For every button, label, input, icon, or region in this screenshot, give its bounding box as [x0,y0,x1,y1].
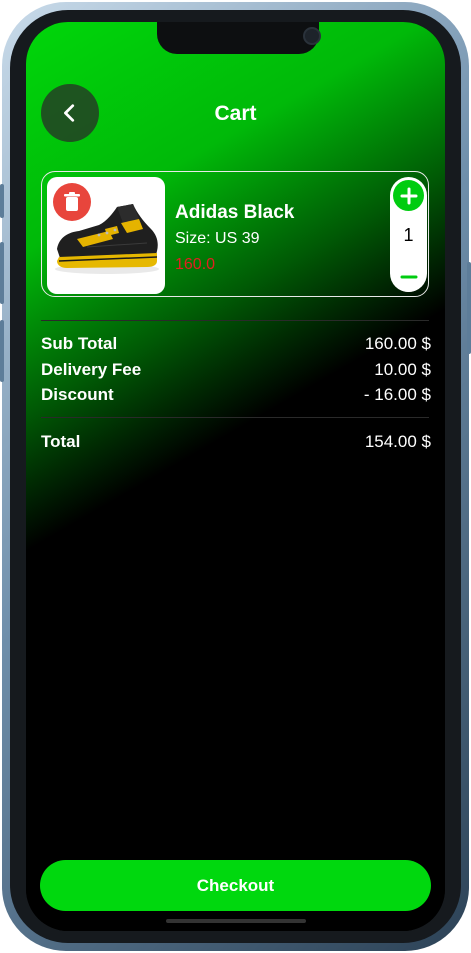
product-image [47,177,165,294]
total-value: 154.00 $ [364,432,431,451]
background-gradient [26,22,445,931]
subtotal-label: Sub Total [41,334,118,353]
camera-icon [303,27,321,45]
subtotal-row: Sub Total 160.00 $ [41,334,431,354]
minus-icon [400,275,417,278]
cart-item-card: Adidas Black Size: US 39 160.0 1 [41,171,429,297]
delivery-fee-value: 10.00 $ [374,360,431,379]
plus-icon [400,187,417,204]
subtotal-value: 160.00 $ [364,334,431,353]
product-name: Adidas Black [175,202,295,223]
increase-quantity-button[interactable] [393,180,424,211]
quantity-stepper: 1 [390,177,427,292]
volume-up-button [0,242,4,304]
page-title: Cart [214,102,257,125]
checkout-button[interactable]: Checkout [40,860,431,911]
home-indicator [166,919,306,923]
delivery-fee-row: Delivery Fee 10.00 $ [41,360,431,380]
discount-label: Discount [41,385,114,404]
summary-divider-bottom [41,417,429,418]
notch [157,22,321,54]
total-label: Total [41,432,81,451]
product-size: Size: US 39 [175,230,260,247]
volume-down-button [0,320,4,382]
total-row: Total 154.00 $ [41,432,431,452]
decrease-quantity-button[interactable] [393,261,424,292]
discount-value: - 16.00 $ [363,385,431,404]
product-price: 160.0 [175,256,216,273]
delivery-fee-label: Delivery Fee [41,360,142,379]
mute-switch [0,184,4,218]
delete-button[interactable] [53,183,91,221]
quantity-value: 1 [403,225,414,245]
app-screen: Cart Adidas Black Size: US 39 160.0 1 Su… [26,22,445,931]
summary-divider-top [41,320,429,321]
trash-icon [64,192,80,211]
discount-row: Discount - 16.00 $ [41,385,431,405]
power-button [467,262,471,354]
